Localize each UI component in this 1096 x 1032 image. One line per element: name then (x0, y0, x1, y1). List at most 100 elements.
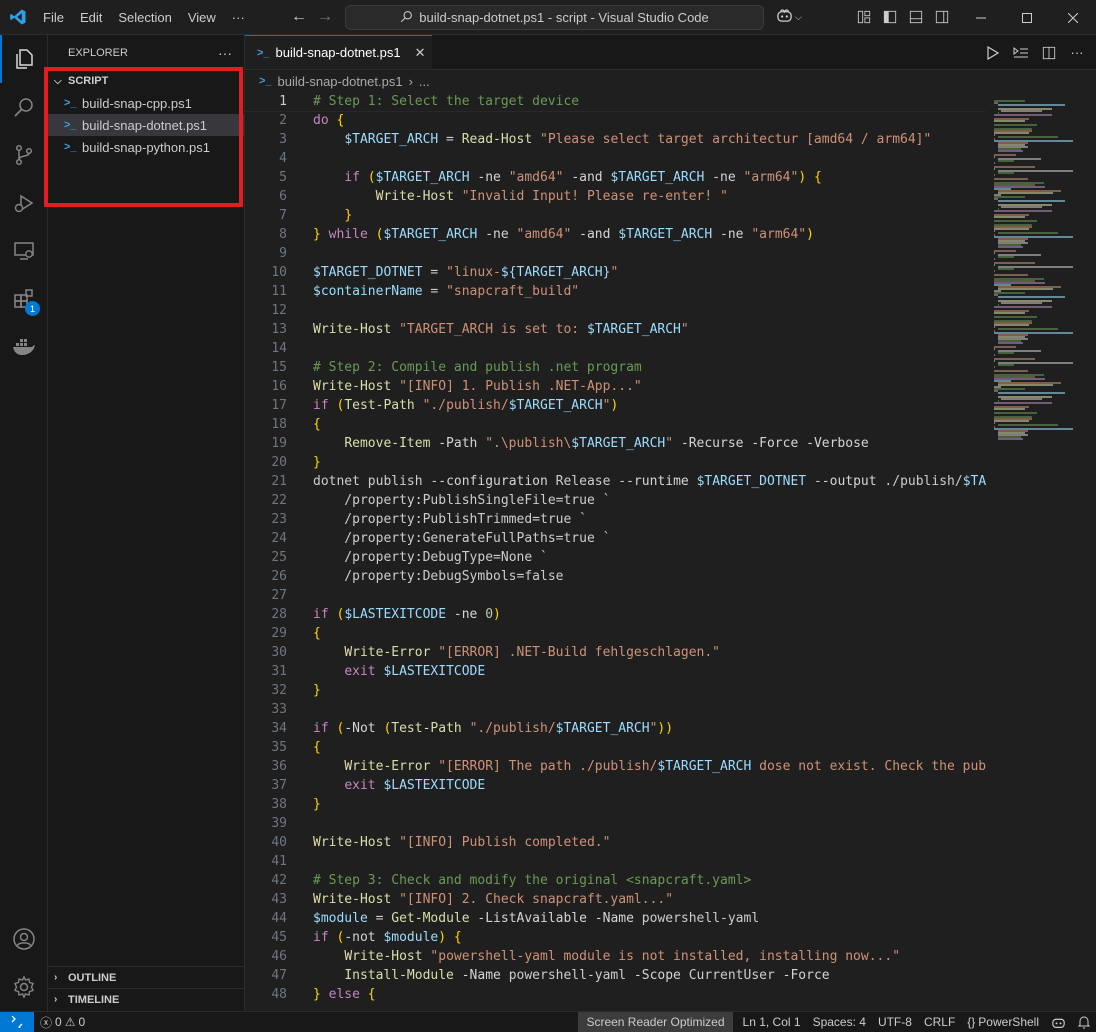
problems-indicator[interactable]: ⓧ 0 ⚠ 0 (34, 1012, 91, 1032)
code-line[interactable]: 20} (245, 453, 986, 472)
outline-section[interactable]: › OUTLINE (48, 966, 244, 988)
copilot-status-icon[interactable] (1045, 1012, 1072, 1032)
code-line[interactable]: 25 /property:DebugType=None ` (245, 548, 986, 567)
close-window-icon[interactable] (1050, 0, 1096, 35)
remote-explorer-icon[interactable] (0, 227, 48, 275)
copilot-button[interactable]: ⌵ (776, 8, 802, 26)
breadcrumb-more[interactable]: ... (419, 74, 430, 89)
code-line[interactable]: 39 (245, 814, 986, 833)
timeline-section[interactable]: › TIMELINE (48, 988, 244, 1010)
more-actions-icon[interactable]: ··· (218, 45, 232, 61)
code-line[interactable]: 8} while ($TARGET_ARCH -ne "amd64" -and … (245, 225, 986, 244)
menu-more[interactable]: ··· (224, 0, 253, 35)
code-line[interactable]: 23 /property:PublishTrimmed=true ` (245, 510, 986, 529)
forward-arrow-icon[interactable]: → (312, 4, 338, 30)
code-line[interactable]: 11 $containerName = "snapcraft_build" (245, 282, 986, 301)
code-line[interactable]: 18 { (245, 415, 986, 434)
code-line[interactable]: 9 (245, 244, 986, 263)
code-line[interactable]: 6 Write-Host "Invalid Input! Please re-e… (245, 187, 986, 206)
vertical-scrollbar[interactable] (1086, 92, 1096, 1011)
code-line[interactable]: 46 Write-Host "powershell-yaml module is… (245, 947, 986, 966)
language-mode[interactable]: {} PowerShell (961, 1012, 1045, 1032)
tab-build-snap-dotnet[interactable]: >_ build-snap-dotnet.ps1 ✕ (245, 35, 432, 69)
code-line[interactable]: 35 { (245, 738, 986, 757)
code-line[interactable]: 4 (245, 149, 986, 168)
split-editor-icon[interactable] (1040, 44, 1058, 62)
docker-icon[interactable] (0, 323, 48, 371)
code-line[interactable]: 48} else { (245, 985, 986, 1004)
code-line[interactable]: 33 (245, 700, 986, 719)
cursor-position[interactable]: Ln 1, Col 1 (733, 1012, 807, 1032)
toggle-primary-sidebar-icon[interactable] (880, 7, 900, 27)
code-line[interactable]: 36 Write-Error "[ERROR] The path ./publi… (245, 757, 986, 776)
more-actions-icon[interactable]: ··· (1068, 44, 1086, 62)
run-debug-icon[interactable] (0, 179, 48, 227)
accounts-icon[interactable] (0, 915, 48, 963)
code-line[interactable]: 15 # Step 2: Compile and publish .net pro… (245, 358, 986, 377)
code-line[interactable]: 42 # Step 3: Check and modify the origina… (245, 871, 986, 890)
code-line[interactable]: 28 if ($LASTEXITCODE -ne 0) (245, 605, 986, 624)
code-line[interactable]: 38} (245, 795, 986, 814)
code-line[interactable]: 31 exit $LASTEXITCODE (245, 662, 986, 681)
menu-file[interactable]: File (35, 0, 72, 35)
close-icon[interactable]: ✕ (415, 45, 426, 61)
code-line[interactable]: 17 if (Test-Path "./publish/$TARGET_ARCH"… (245, 396, 986, 415)
code-line[interactable]: 44 $module = Get-Module -ListAvailable -N… (245, 909, 986, 928)
code-line[interactable]: 16 Write-Host "[INFO] 1. Publish .NET-App… (245, 377, 986, 396)
code-line[interactable]: 2 do { (245, 111, 986, 130)
breadcrumb-file[interactable]: build-snap-dotnet.ps1 (278, 74, 403, 89)
indentation[interactable]: Spaces: 4 (807, 1012, 872, 1032)
menu-view[interactable]: View (180, 0, 224, 35)
toggle-panel-icon[interactable] (906, 7, 926, 27)
command-center-search[interactable]: build-snap-dotnet.ps1 - script - Visual … (345, 5, 764, 30)
encoding[interactable]: UTF-8 (872, 1012, 918, 1032)
code-line[interactable]: 34 if (-Not (Test-Path "./publish/$TARGET… (245, 719, 986, 738)
code-line[interactable]: 47 Install-Module -Name powershell-yaml … (245, 966, 986, 985)
code-line[interactable]: 30 Write-Error "[ERROR] .NET-Build fehlg… (245, 643, 986, 662)
end-of-line[interactable]: CRLF (918, 1012, 961, 1032)
chevron-right-icon: › (54, 972, 58, 983)
code-editor[interactable]: 1 # Step 1: Select the target device 2 do {… (245, 92, 986, 1011)
code-line[interactable]: 1 # Step 1: Select the target device (245, 92, 986, 112)
menu-selection[interactable]: Selection (110, 0, 179, 35)
explorer-icon[interactable] (0, 35, 48, 83)
code-line[interactable]: 27 (245, 586, 986, 605)
minimize-icon[interactable] (958, 0, 1004, 35)
code-line[interactable]: 24 /property:GenerateFullPaths=true ` (245, 529, 986, 548)
code-line[interactable]: 26 /property:DebugSymbols=false (245, 567, 986, 586)
minimap[interactable] (986, 92, 1086, 1011)
code-line[interactable]: 5 if ($TARGET_ARCH -ne "amd64" -and $TAR… (245, 168, 986, 187)
code-line[interactable]: 45 if (-not $module) { (245, 928, 986, 947)
screen-reader-status[interactable]: Screen Reader Optimized (578, 1011, 733, 1032)
code-line[interactable]: 12 (245, 301, 986, 320)
code-line[interactable]: 37 exit $LASTEXITCODE (245, 776, 986, 795)
run-icon[interactable] (984, 44, 1002, 62)
line-text: { (313, 740, 321, 755)
code-line[interactable]: 10 $TARGET_DOTNET = "linux-${TARGET_ARCH}… (245, 263, 986, 282)
code-line[interactable]: 43 Write-Host "[INFO] 2. Check snapcraft.… (245, 890, 986, 909)
toggle-secondary-sidebar-icon[interactable] (932, 7, 952, 27)
notifications-bell-icon[interactable] (1072, 1012, 1096, 1032)
maximize-icon[interactable] (1004, 0, 1050, 35)
code-line[interactable]: 41 (245, 852, 986, 871)
code-line[interactable]: 19 Remove-Item -Path ".\publish\$TARGET_… (245, 434, 986, 453)
menu-edit[interactable]: Edit (72, 0, 110, 35)
manage-gear-icon[interactable] (0, 963, 48, 1011)
run-selection-icon[interactable] (1012, 44, 1030, 62)
customize-layout-icon[interactable] (854, 7, 874, 27)
code-line[interactable]: 32} (245, 681, 986, 700)
back-arrow-icon[interactable]: ← (286, 4, 312, 30)
code-line[interactable]: 40 Write-Host "[INFO] Publish completed." (245, 833, 986, 852)
code-line[interactable]: 14 (245, 339, 986, 358)
code-line[interactable]: 22 /property:PublishSingleFile=true ` (245, 491, 986, 510)
code-line[interactable]: 21 dotnet publish --configuration Release… (245, 472, 986, 491)
code-line[interactable]: 13 Write-Host "TARGET_ARCH is set to: $TA… (245, 320, 986, 339)
code-line[interactable]: 3 $TARGET_ARCH = Read-Host "Please selec… (245, 130, 986, 149)
search-view-icon[interactable] (0, 83, 48, 131)
line-number: 13 (271, 322, 287, 337)
code-line[interactable]: 29 { (245, 624, 986, 643)
source-control-icon[interactable] (0, 131, 48, 179)
remote-indicator-icon[interactable] (0, 1011, 34, 1032)
extensions-icon[interactable]: 1 (0, 275, 48, 323)
code-line[interactable]: 7 } (245, 206, 986, 225)
